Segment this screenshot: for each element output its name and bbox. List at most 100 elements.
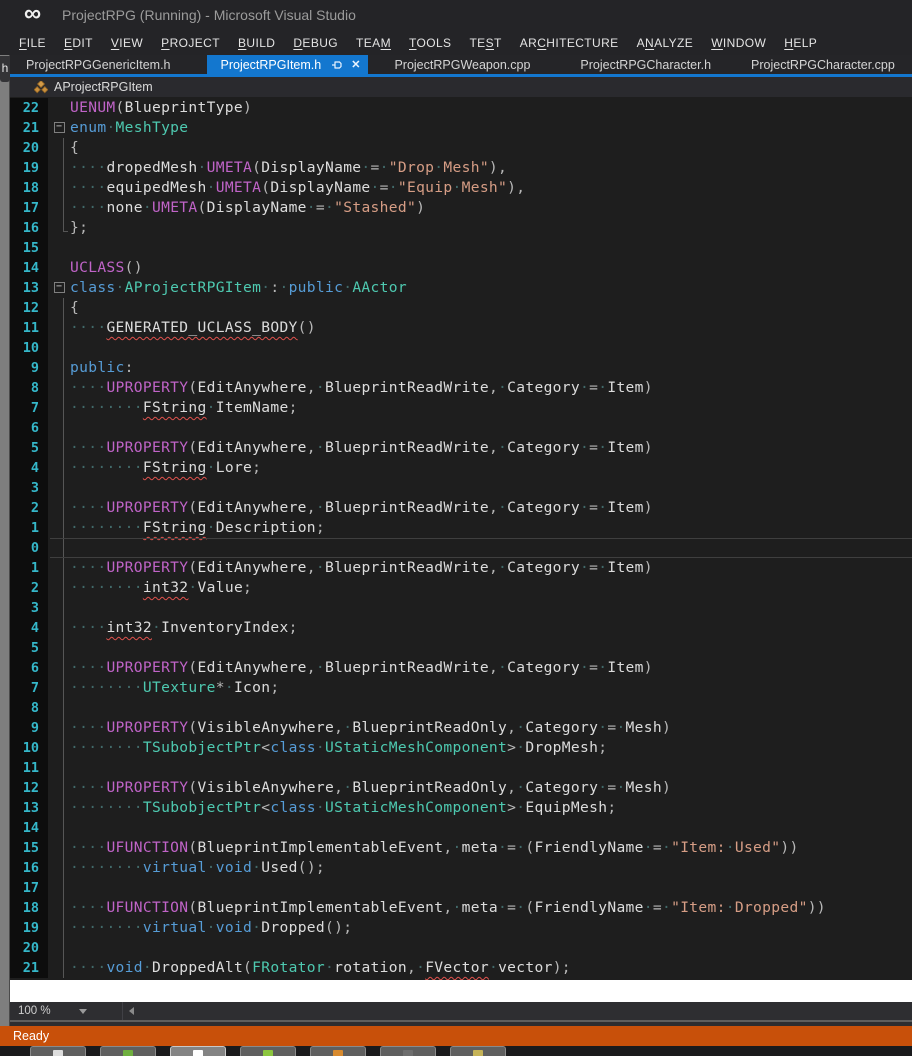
code-line[interactable]: 2····UPROPERTY(EditAnywhere,·BlueprintRe… (0, 498, 912, 518)
code-line[interactable]: 19····dropedMesh·UMETA(DisplayName·=·"Dr… (0, 158, 912, 178)
menu-item-test[interactable]: TEST (460, 33, 510, 53)
code-line[interactable]: 14UCLASS() (0, 258, 912, 278)
taskbar-app-icon (473, 1050, 483, 1056)
fold-margin (48, 938, 70, 958)
close-tab-icon[interactable]: ✕ (351, 58, 360, 71)
code-line[interactable]: 16········virtual·void·Used(); (0, 858, 912, 878)
code-line[interactable]: 9public: (0, 358, 912, 378)
code-line[interactable]: 3 (0, 478, 912, 498)
code-editor[interactable]: 22UENUM(BlueprintType)21−enum·MeshType20… (0, 97, 912, 980)
taskbar-button-7[interactable] (450, 1046, 506, 1056)
code-line[interactable]: 14 (0, 818, 912, 838)
menu-item-analyze[interactable]: ANALYZE (628, 33, 703, 53)
code-line[interactable]: 6 (0, 418, 912, 438)
tab-projectrpgweapon-cpp[interactable]: ProjectRPGWeapon.cpp (380, 55, 544, 74)
menu-item-help[interactable]: HELP (775, 33, 826, 53)
tab-projectrpggenericitem-h[interactable]: ProjectRPGGenericItem.h (12, 55, 185, 74)
code-line[interactable]: 22UENUM(BlueprintType) (0, 98, 912, 118)
code-line[interactable]: 11····GENERATED_UCLASS_BODY() (0, 318, 912, 338)
background-window-fragment: h (0, 56, 10, 82)
code-line[interactable]: 17····none·UMETA(DisplayName·=·"Stashed"… (0, 198, 912, 218)
horizontal-scroll-left-button[interactable] (123, 1002, 139, 1020)
menu-item-build[interactable]: BUILD (229, 33, 284, 53)
code-line[interactable]: 10········TSubobjectPtr<class·UStaticMes… (0, 738, 912, 758)
code-line[interactable]: 15 (0, 238, 912, 258)
taskbar-button-6[interactable] (380, 1046, 436, 1056)
code-line[interactable]: 1········FString·Description; (0, 518, 912, 538)
menu-item-tools[interactable]: TOOLS (400, 33, 460, 53)
code-line[interactable]: 21····void·DroppedAlt(FRotator·rotation,… (0, 958, 912, 978)
fold-margin (48, 158, 70, 178)
fold-margin (48, 138, 70, 158)
pin-tab-icon[interactable] (331, 59, 343, 71)
fold-collapse-control[interactable]: − (48, 278, 70, 298)
code-line[interactable]: 13········TSubobjectPtr<class·UStaticMes… (0, 798, 912, 818)
code-line[interactable]: 21−enum·MeshType (0, 118, 912, 138)
code-line[interactable]: 3 (0, 598, 912, 618)
taskbar-button-1[interactable] (30, 1046, 86, 1056)
menu-item-team[interactable]: TEAM (347, 33, 400, 53)
code-text: ····none·UMETA(DisplayName·=·"Stashed") (70, 198, 425, 218)
code-line[interactable]: 16}; (0, 218, 912, 238)
fold-margin (48, 318, 70, 338)
code-text: ····UPROPERTY(VisibleAnywhere,·Blueprint… (70, 718, 671, 738)
code-line[interactable]: 17 (0, 878, 912, 898)
code-line[interactable]: 5 (0, 638, 912, 658)
fold-margin (48, 718, 70, 738)
taskbar-button-4[interactable] (240, 1046, 296, 1056)
code-line[interactable]: 12····UPROPERTY(VisibleAnywhere,·Bluepri… (0, 778, 912, 798)
code-line[interactable]: 10 (0, 338, 912, 358)
fold-margin (48, 398, 70, 418)
code-text: ····UPROPERTY(EditAnywhere,·BlueprintRea… (70, 498, 653, 518)
code-line[interactable]: 4····int32·InventoryIndex; (0, 618, 912, 638)
fold-collapse-control[interactable]: − (48, 118, 70, 138)
code-line[interactable]: 13−class·AProjectRPGItem·:·public·AActor (0, 278, 912, 298)
code-text: ····GENERATED_UCLASS_BODY() (70, 318, 316, 338)
fold-margin (48, 698, 70, 718)
background-window-edge: h (0, 55, 10, 1026)
menu-item-view[interactable]: VIEW (102, 33, 152, 53)
menu-item-file[interactable]: FILE (10, 33, 55, 53)
code-line[interactable]: 6····UPROPERTY(EditAnywhere,·BlueprintRe… (0, 658, 912, 678)
zoom-level-dropdown[interactable]: 100 % (10, 1002, 122, 1020)
fold-margin (48, 598, 70, 618)
breadcrumb[interactable]: AProjectRPGItem (0, 77, 912, 97)
code-text: ····dropedMesh·UMETA(DisplayName·=·"Drop… (70, 158, 507, 178)
menu-item-architecture[interactable]: ARCHITECTURE (511, 33, 628, 53)
code-line[interactable]: 8····UPROPERTY(EditAnywhere,·BlueprintRe… (0, 378, 912, 398)
tab-projectrpgcharacter-h[interactable]: ProjectRPGCharacter.h (566, 55, 725, 74)
code-text: UCLASS() (70, 258, 143, 278)
code-line[interactable]: 15····UFUNCTION(BlueprintImplementableEv… (0, 838, 912, 858)
code-line[interactable]: 5····UPROPERTY(EditAnywhere,·BlueprintRe… (0, 438, 912, 458)
code-line-current[interactable]: 0 (0, 538, 912, 558)
collapse-minus-icon[interactable]: − (54, 282, 65, 293)
menu-item-edit[interactable]: EDIT (55, 33, 102, 53)
code-line[interactable]: 11 (0, 758, 912, 778)
horizontal-scrollbar[interactable] (139, 1002, 912, 1020)
menu-item-project[interactable]: PROJECT (152, 33, 229, 53)
taskbar-button-5[interactable] (310, 1046, 366, 1056)
code-line[interactable]: 4········FString·Lore; (0, 458, 912, 478)
code-line[interactable]: 20 (0, 938, 912, 958)
menu-item-debug[interactable]: DEBUG (284, 33, 347, 53)
title-bar[interactable]: ∞ ProjectRPG (Running) - Microsoft Visua… (0, 0, 912, 30)
fold-margin (48, 578, 70, 598)
code-line[interactable]: 12{ (0, 298, 912, 318)
code-line[interactable]: 1····UPROPERTY(EditAnywhere,·BlueprintRe… (0, 558, 912, 578)
fold-margin (48, 418, 70, 438)
collapse-minus-icon[interactable]: − (54, 122, 65, 133)
code-line[interactable]: 9····UPROPERTY(VisibleAnywhere,·Blueprin… (0, 718, 912, 738)
code-line[interactable]: 18····UFUNCTION(BlueprintImplementableEv… (0, 898, 912, 918)
taskbar-button-2[interactable] (100, 1046, 156, 1056)
code-line[interactable]: 8 (0, 698, 912, 718)
code-line[interactable]: 7········UTexture*·Icon; (0, 678, 912, 698)
code-line[interactable]: 20{ (0, 138, 912, 158)
tab-projectrpgitem-h[interactable]: ProjectRPGItem.h✕ (207, 55, 369, 74)
code-line[interactable]: 18····equipedMesh·UMETA(DisplayName·=·"E… (0, 178, 912, 198)
code-line[interactable]: 7········FString·ItemName; (0, 398, 912, 418)
code-line[interactable]: 2········int32·Value; (0, 578, 912, 598)
code-line[interactable]: 19········virtual·void·Dropped(); (0, 918, 912, 938)
menu-item-window[interactable]: WINDOW (702, 33, 775, 53)
tab-projectrpgcharacter-cpp[interactable]: ProjectRPGCharacter.cpp (737, 55, 909, 74)
taskbar-button-3[interactable] (170, 1046, 226, 1056)
